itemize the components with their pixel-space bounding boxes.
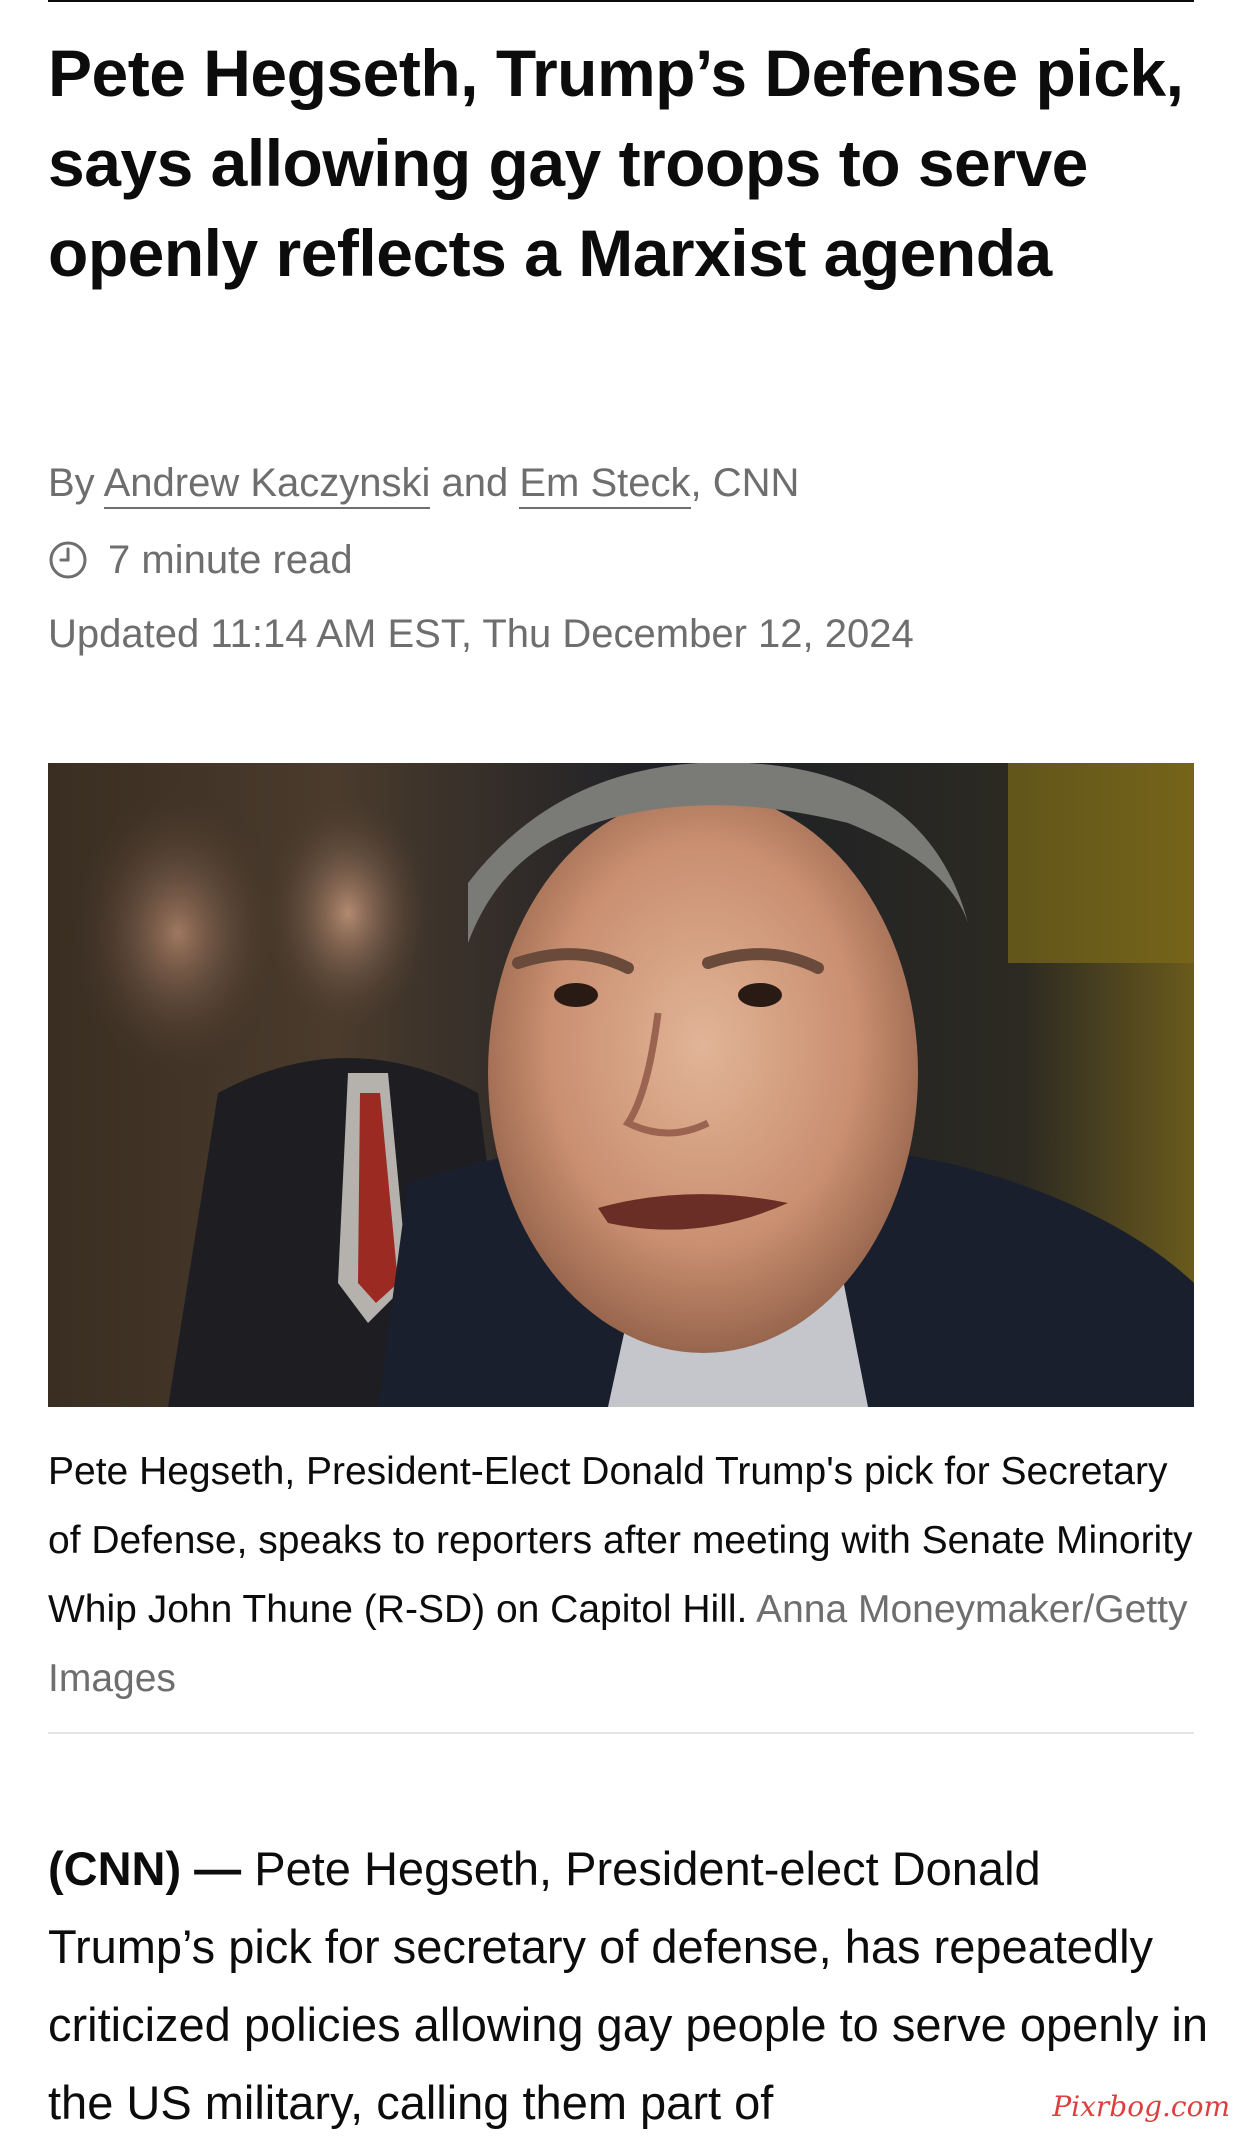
article-headline: Pete Hegseth, Trump’s Defense pick, says… [48,36,1184,290]
updated-timestamp: Updated 11:14 AM EST, Thu December 12, 2… [48,612,914,656]
byline-outlet: , CNN [690,461,800,505]
read-time-label: 7 minute read [108,537,353,582]
byline-joiner: and [430,461,520,505]
article-body-paragraph: (CNN) — Pete Hegseth, President-elect Do… [48,1830,1208,2142]
author-link-em-steck[interactable]: Em Steck [519,461,691,509]
top-rule [48,0,1194,2]
byline: By Andrew Kaczynski and Em Steck, CNN [48,455,799,511]
article-photo-illustration [48,763,1194,1407]
photo-caption: Pete Hegseth, President-Elect Donald Tru… [48,1437,1194,1713]
caption-divider [48,1732,1194,1734]
watermark: Pixrbog.com [1052,2090,1230,2123]
author-link-andrew-kaczynski[interactable]: Andrew Kaczynski [103,461,431,509]
clock-icon [48,540,88,580]
read-time: 7 minute read [48,532,353,588]
byline-prefix: By [48,461,104,505]
dateline: (CNN) — [48,1842,242,1895]
article-photo[interactable] [48,763,1194,1407]
